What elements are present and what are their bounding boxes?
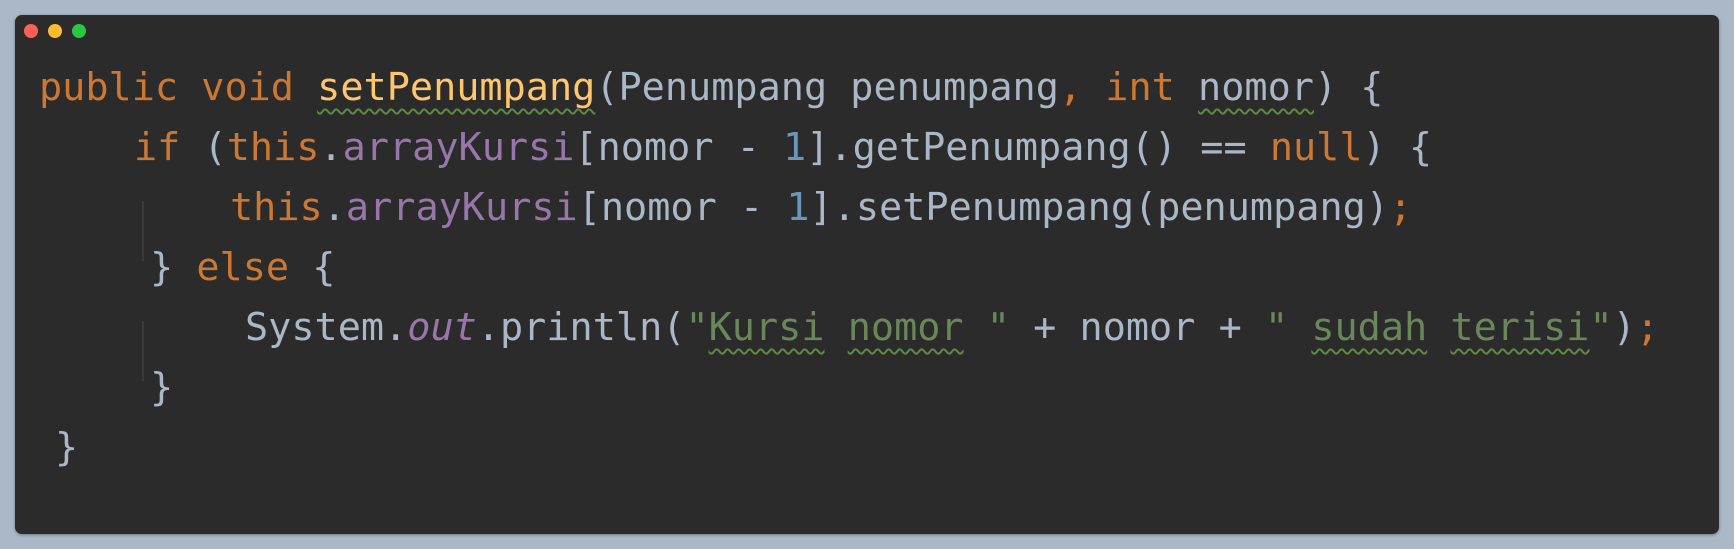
code-token: void xyxy=(201,65,294,110)
code-token: (Penumpang penumpang xyxy=(595,65,1059,110)
code-token: 1 xyxy=(783,125,807,170)
code-token: [nomor - xyxy=(574,125,784,170)
code-token: this xyxy=(230,185,323,230)
code-line-7: } xyxy=(55,415,78,481)
code-token: sudah xyxy=(1311,305,1428,350)
minimize-window-button[interactable] xyxy=(48,24,62,38)
code-token: ].getPenumpang() == xyxy=(806,125,1270,170)
code-token: terisi xyxy=(1450,305,1590,350)
code-window: public void setPenumpang(Penumpang penum… xyxy=(15,15,1719,534)
code-line-3: this.arrayKursi[nomor - 1].setPenumpang(… xyxy=(230,175,1412,241)
code-token: + nomor + xyxy=(1009,305,1265,350)
close-window-button[interactable] xyxy=(24,24,38,38)
code-token: this xyxy=(226,125,320,170)
indent-guide xyxy=(142,321,144,381)
code-token: ].setPenumpang(penumpang) xyxy=(809,185,1389,230)
code-token: ; xyxy=(1635,305,1660,350)
code-line-4: } else { xyxy=(150,235,335,301)
code-token: arrayKursi xyxy=(345,185,578,230)
code-token: .println( xyxy=(476,305,686,350)
code-editor: public void setPenumpang(Penumpang penum… xyxy=(39,55,1719,534)
code-line-6: } xyxy=(150,355,173,421)
code-token: ) xyxy=(1612,305,1636,350)
code-token: , xyxy=(1058,65,1083,110)
code-token: ( xyxy=(180,125,227,170)
code-token: ) { xyxy=(1313,65,1384,110)
code-line-2: if (this.arrayKursi[nomor - 1].getPenump… xyxy=(134,115,1432,181)
code-token: arrayKursi xyxy=(342,125,575,170)
window-controls xyxy=(24,24,86,38)
code-token: } xyxy=(55,425,79,470)
code-token: " xyxy=(685,305,709,350)
code-token: if xyxy=(134,125,181,170)
code-token: Kursi xyxy=(708,305,825,350)
code-token: [nomor - xyxy=(577,185,787,230)
code-token: " xyxy=(963,305,1010,350)
code-token: " xyxy=(1264,305,1312,350)
code-token: System. xyxy=(245,305,408,350)
code-token: } xyxy=(150,245,197,290)
code-token: " xyxy=(1589,305,1613,350)
code-token: else xyxy=(196,245,290,290)
code-token: { xyxy=(289,245,336,290)
code-token: nomor xyxy=(1198,65,1314,110)
code-token: nomor xyxy=(847,305,964,350)
code-token: } xyxy=(150,365,174,410)
code-line-1: public void setPenumpang(Penumpang penum… xyxy=(39,55,1383,121)
indent-guide xyxy=(142,201,144,261)
code-token: public xyxy=(39,65,179,110)
code-token: . xyxy=(319,125,343,170)
code-token: . xyxy=(322,185,346,230)
code-line-5: System.out.println("Kursi nomor " + nomo… xyxy=(245,295,1659,361)
code-token: null xyxy=(1269,125,1363,170)
code-token: 1 xyxy=(786,185,810,230)
code-token: int xyxy=(1105,65,1175,110)
code-token: out xyxy=(407,305,477,350)
code-token: ) { xyxy=(1362,125,1433,170)
code-token: ; xyxy=(1389,185,1413,230)
zoom-window-button[interactable] xyxy=(72,24,86,38)
code-token: setPenumpang xyxy=(317,65,596,110)
